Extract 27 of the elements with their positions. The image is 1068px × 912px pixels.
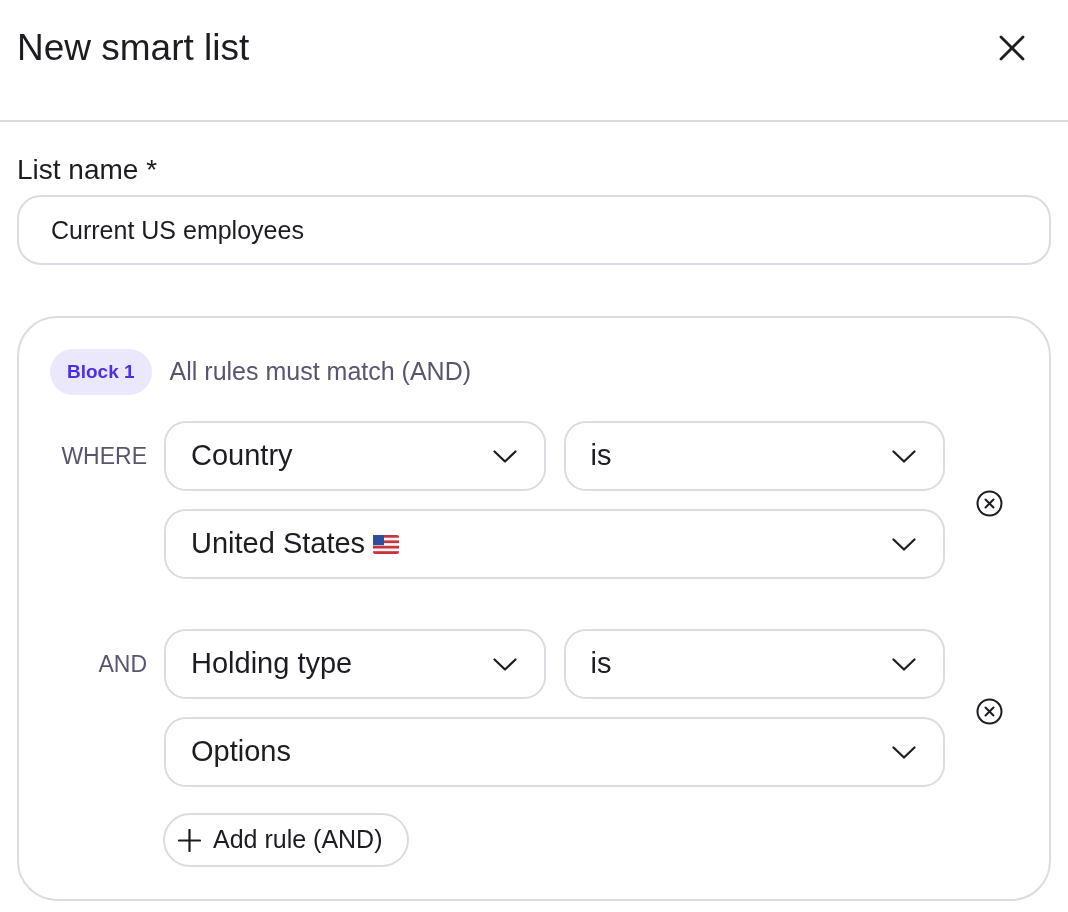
value-select[interactable]: United States [164,509,945,579]
chevron-down-icon [892,657,916,671]
field-select[interactable]: Country [164,421,546,491]
block-badge: Block 1 [50,349,152,395]
block-description: All rules must match (AND) [169,356,472,388]
remove-circle-icon [976,489,1003,517]
field-select[interactable]: Holding type [164,629,546,699]
remove-circle-icon [976,697,1003,725]
operator-select[interactable]: is [563,421,945,491]
chevron-down-icon [492,657,517,671]
rule-connector: WHERE [61,441,147,471]
close-button[interactable] [998,34,1026,62]
chevron-down-icon [892,537,916,551]
dialog-title: New smart list [17,26,250,70]
chevron-down-icon [892,745,916,759]
close-icon [999,35,1025,61]
chevron-down-icon [492,449,517,463]
value-select[interactable]: Options [164,717,945,787]
plus-icon [178,828,201,852]
add-rule-button[interactable]: Add rule (AND) [163,813,409,867]
operator-select[interactable]: is [563,629,945,699]
rule-connector: AND [98,649,147,679]
remove-rule-button[interactable] [976,489,1003,517]
field-label: List name * [17,153,158,187]
remove-rule-button[interactable] [976,697,1003,725]
list-name-input[interactable]: Current US employees [17,195,1051,265]
chevron-down-icon [892,449,916,463]
